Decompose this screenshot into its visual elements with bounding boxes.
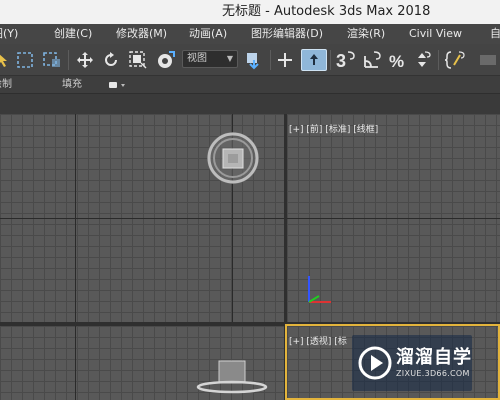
select-manipulate-icon[interactable] — [274, 49, 296, 71]
menu-create[interactable]: 创建(C) — [54, 24, 92, 44]
menu-view[interactable]: 图(Y) — [0, 24, 18, 44]
object-top-view[interactable] — [0, 114, 284, 322]
toolbar-separator — [68, 50, 69, 70]
reference-coordinate-value: 视图 — [187, 53, 207, 64]
toolbar-separator — [438, 50, 439, 70]
reference-coordinate-dropdown[interactable]: 视图 ▼ — [182, 50, 238, 68]
menu-graph-editors[interactable]: 图形编辑器(D) — [251, 24, 323, 44]
menu-rendering[interactable]: 渲染(R) — [347, 24, 385, 44]
pivot-icon[interactable] — [242, 49, 266, 71]
rotate-icon[interactable] — [100, 49, 122, 71]
viewport-left[interactable] — [0, 326, 284, 400]
ribbon-draw-label[interactable]: 绘制 — [0, 76, 12, 94]
svg-text:3: 3 — [336, 51, 346, 70]
viewport-header-gap — [0, 94, 500, 114]
chevron-down-icon: ▼ — [226, 54, 233, 63]
viewport-top[interactable] — [0, 114, 284, 322]
title-bar: 无标题 - Autodesk 3ds Max 2018 — [0, 0, 500, 24]
ribbon-fill-label[interactable]: 填充 — [62, 76, 82, 94]
place-icon[interactable] — [154, 49, 178, 71]
keyboard-shortcut-override-icon[interactable] — [301, 49, 327, 71]
select-window-icon[interactable] — [40, 49, 64, 71]
watermark-play-logo-icon — [358, 346, 392, 380]
snap-3d-icon[interactable]: 3 — [334, 49, 358, 71]
grid-axis-line — [287, 218, 500, 219]
select-object-icon[interactable] — [0, 49, 12, 71]
menu-modifiers[interactable]: 修改器(M) — [116, 24, 167, 44]
viewport-front[interactable]: [+] [前] [标准] [线框] — [287, 114, 500, 322]
named-selection-icon[interactable] — [444, 49, 468, 71]
toolbar-separator — [270, 50, 271, 70]
svg-text:%: % — [389, 52, 404, 70]
angle-snap-icon[interactable] — [360, 49, 384, 71]
menu-civil-view[interactable]: Civil View — [409, 24, 462, 44]
menu-bar: 图(Y) 创建(C) 修改器(M) 动画(A) 图形编辑器(D) 渲染(R) C… — [0, 24, 500, 44]
spinner-snap-icon[interactable] — [412, 49, 434, 71]
select-rectangle-icon[interactable] — [14, 49, 36, 71]
viewport-perspective-label[interactable]: [+] [透视] [标 — [289, 334, 347, 347]
percent-snap-icon[interactable]: % — [386, 49, 410, 71]
watermark-brand: 溜溜自学 — [396, 347, 472, 368]
window-title: 无标题 - Autodesk 3ds Max 2018 — [222, 4, 431, 19]
scale-icon[interactable] — [126, 49, 150, 71]
viewport-front-label[interactable]: [+] [前] [标准] [线框] — [289, 122, 378, 135]
edit-named-selection-icon[interactable] — [476, 49, 500, 71]
menu-animation[interactable]: 动画(A) — [189, 24, 227, 44]
axis-tripod-icon — [308, 276, 331, 303]
ribbon-toggle-icon[interactable] — [108, 76, 130, 94]
watermark-url: ZIXUE.3D66.COM — [396, 369, 470, 378]
object-left-view[interactable] — [0, 326, 284, 400]
ribbon-strip: 绘制 填充 — [0, 76, 500, 94]
main-toolbar: 视图 ▼ 3 % — [0, 44, 500, 76]
toolbar-separator — [330, 50, 331, 70]
watermark: 溜溜自学 ZIXUE.3D66.COM — [352, 335, 472, 391]
move-icon[interactable] — [74, 49, 96, 71]
menu-customize[interactable]: 自 — [490, 24, 500, 44]
